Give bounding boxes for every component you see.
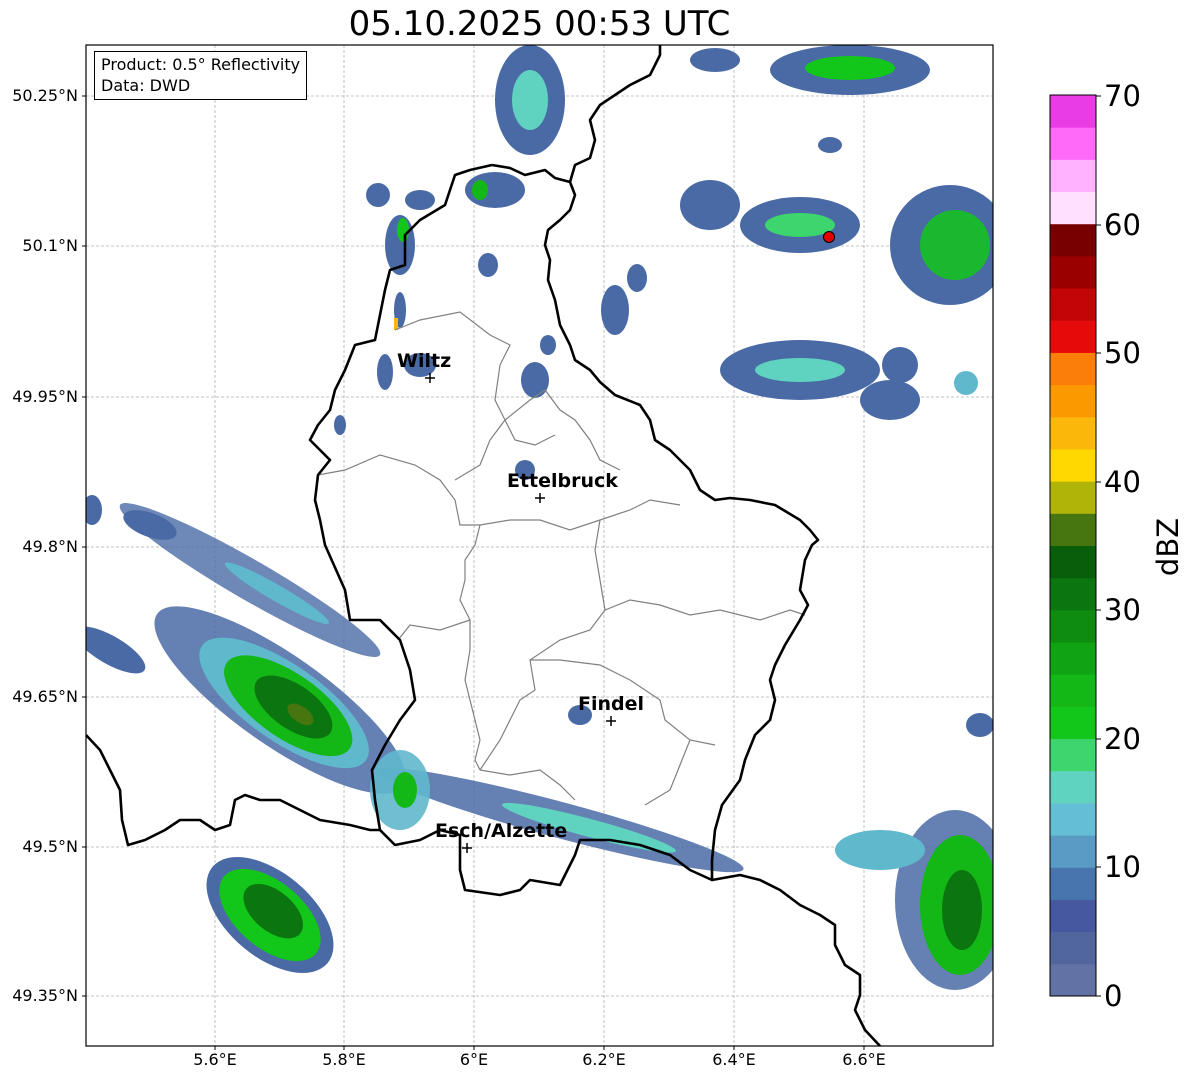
- colorbar-segment: [1050, 320, 1096, 353]
- lon-label: 6.2°E: [582, 1050, 626, 1069]
- colorbar-segment: [1050, 835, 1096, 868]
- colorbar-segment: [1050, 384, 1096, 418]
- colorbar-tick-label: 20: [1104, 722, 1141, 756]
- colorbar-segment: [1050, 963, 1096, 997]
- colorbar-segment: [1050, 738, 1096, 772]
- lat-label: 49.65°N: [12, 687, 78, 706]
- colorbar-segment: [1050, 545, 1096, 579]
- colorbar-segment: [1050, 642, 1096, 675]
- data-source-label: Data: DWD: [101, 76, 191, 95]
- lat-label: 49.8°N: [22, 537, 78, 556]
- lon-label: 6.6°E: [842, 1050, 886, 1069]
- echo-cluster-northeast: [601, 45, 993, 420]
- lat-label: 49.5°N: [22, 837, 78, 856]
- lon-gridlines: [214, 45, 865, 1046]
- lon-label: 6°E: [459, 1050, 489, 1069]
- lat-label: 49.35°N: [12, 986, 78, 1005]
- city-label-findel: Findel: [578, 693, 645, 715]
- colorbar-tick-label: 30: [1104, 593, 1141, 627]
- colorbar-segment: [1050, 352, 1096, 386]
- product-info-box: Product: 0.5° Reflectivity Data: DWD: [94, 51, 308, 100]
- colorbar-segment: [1050, 481, 1096, 514]
- lon-label: 6.4°E: [712, 1050, 756, 1069]
- canton-boundaries: [317, 311, 806, 806]
- colorbar-tick-label: 40: [1104, 465, 1141, 499]
- colorbar-segment: [1050, 802, 1096, 836]
- colorbar-segment: [1050, 159, 1096, 193]
- colorbar-segment: [1050, 255, 1096, 289]
- colorbar-segment: [1050, 674, 1096, 707]
- colorbar-tick-label: 0: [1104, 979, 1123, 1013]
- colorbar-segment: [1050, 931, 1096, 965]
- echo-cell-southeast: [835, 713, 993, 990]
- colorbar: [1050, 95, 1096, 997]
- colorbar-unit-label: dBZ: [1151, 517, 1184, 577]
- colorbar-tick-label: 10: [1104, 850, 1141, 884]
- colorbar-segment: [1050, 513, 1096, 546]
- echo-cell-southwest: [206, 857, 334, 973]
- city-label-wiltz: Wiltz: [397, 350, 452, 372]
- colorbar-tick-label: 60: [1104, 208, 1141, 242]
- lat-label: 50.25°N: [12, 86, 78, 105]
- radar-map: [82, 44, 1101, 1050]
- colorbar-segment: [1050, 223, 1096, 257]
- colorbar-segment: [1050, 416, 1096, 450]
- colorbar-segment: [1050, 577, 1096, 611]
- colorbar-ticks: [1096, 95, 1101, 997]
- city-label-esch-alzette: Esch/Alzette: [435, 820, 568, 842]
- axis-ticks: [82, 95, 865, 1050]
- colorbar-segment: [1050, 770, 1096, 804]
- product-label: Product: 0.5° Reflectivity: [101, 55, 301, 74]
- lon-label: 5.8°E: [322, 1050, 366, 1069]
- colorbar-segment: [1050, 127, 1096, 160]
- colorbar-segment: [1050, 899, 1096, 933]
- colorbar-segment: [1050, 609, 1096, 643]
- lon-label: 5.6°E: [193, 1050, 237, 1069]
- colorbar-segment: [1050, 867, 1096, 900]
- lat-label: 49.95°N: [12, 387, 78, 406]
- city-label-ettelbruck: Ettelbruck: [507, 470, 618, 492]
- lat-label: 50.1°N: [22, 236, 78, 255]
- colorbar-segment: [1050, 706, 1096, 740]
- colorbar-tick-label: 70: [1104, 79, 1141, 113]
- colorbar-segment: [1050, 448, 1096, 482]
- colorbar-segment: [1050, 95, 1096, 128]
- colorbar-segment: [1050, 191, 1096, 225]
- radar-site-marker: [823, 231, 835, 243]
- colorbar-segment: [1050, 288, 1096, 321]
- echo-cluster-north: [366, 45, 592, 725]
- colorbar-tick-label: 50: [1104, 336, 1141, 370]
